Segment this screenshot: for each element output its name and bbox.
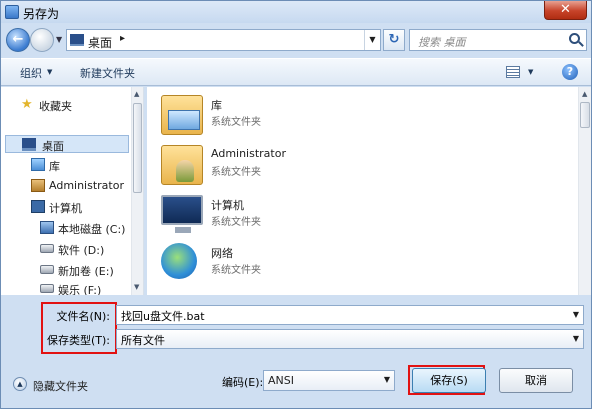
- nav-item-label: 软件 (D:): [58, 244, 105, 257]
- nav-item-label: 收藏夹: [39, 100, 72, 113]
- item-name: Administrator: [211, 147, 286, 160]
- chevron-down-icon[interactable]: ▼: [573, 334, 579, 343]
- address-location[interactable]: 桌面: [88, 34, 112, 51]
- scroll-up-arrow[interactable]: ▲: [134, 90, 139, 98]
- navigation-scrollbar[interactable]: ▲ ▼: [131, 87, 143, 295]
- recent-locations-dropdown[interactable]: ▼: [56, 35, 62, 44]
- help-button[interactable]: ?: [562, 64, 578, 80]
- filename-label: 文件名(N):: [56, 310, 110, 323]
- item-type: 系统文件夹: [211, 265, 261, 276]
- save-as-dialog: 另存为 ✕ ← ▼ 桌面 ▸ ▼ ↻ 搜索 桌面 组织 ▼ 新建文件夹 ▼ ? …: [0, 0, 592, 409]
- encoding-select[interactable]: ANSI ▼: [263, 370, 395, 391]
- window-title: 另存为: [23, 7, 60, 21]
- nav-item-computer[interactable]: 计算机: [31, 198, 129, 216]
- dialog-footer: ▲ 隐藏文件夹 编码(E): ANSI ▼ 保存(S) 取消: [1, 357, 591, 408]
- chevron-down-icon[interactable]: ▼: [528, 68, 533, 76]
- chevron-down-icon[interactable]: ▼: [573, 310, 579, 319]
- chevron-down-icon[interactable]: ▼: [47, 68, 52, 76]
- network-icon: [161, 243, 197, 279]
- organize-button[interactable]: 组织: [20, 65, 42, 81]
- file-list-scrollbar[interactable]: ▲: [578, 87, 591, 295]
- navigation-pane: ★ 收藏夹 桌面 库 Administrator 计算机 本地磁盘 (C:) 软…: [1, 87, 144, 295]
- library-icon: [31, 158, 45, 171]
- toolbar: 组织 ▼ 新建文件夹 ▼ ?: [1, 58, 591, 86]
- refresh-button[interactable]: ↻: [383, 29, 405, 51]
- nav-item-label: 娱乐 (F:): [58, 284, 102, 295]
- list-item-administrator[interactable]: Administrator 系统文件夹: [161, 143, 461, 189]
- list-item-library[interactable]: 库 系统文件夹: [161, 93, 461, 139]
- nav-item-favorites[interactable]: ★ 收藏夹: [21, 96, 126, 114]
- search-input[interactable]: 搜索 桌面: [409, 29, 587, 51]
- nav-item-label: 本地磁盘 (C:): [58, 223, 126, 236]
- computer-icon: [161, 195, 203, 233]
- scroll-thumb[interactable]: [580, 102, 590, 128]
- address-bar[interactable]: 桌面 ▸ ▼: [66, 29, 381, 51]
- nav-item-label: 计算机: [49, 202, 82, 215]
- filetype-value[interactable]: 所有文件: [121, 334, 165, 347]
- item-name: 库: [211, 99, 222, 112]
- filename-input[interactable]: 找回u盘文件.bat ▼: [116, 305, 584, 325]
- nav-item-label: 桌面: [42, 140, 64, 153]
- search-placeholder: 搜索 桌面: [418, 36, 466, 49]
- library-icon: [161, 95, 203, 135]
- filetype-label: 保存类型(T):: [46, 334, 110, 347]
- drive-icon: [40, 244, 54, 253]
- address-dropdown-button[interactable]: ▼: [364, 30, 380, 50]
- nav-item-library[interactable]: 库: [31, 156, 129, 174]
- file-list: 库 系统文件夹 Administrator 系统文件夹 计算机 系统文件夹 网络…: [147, 87, 591, 295]
- item-type: 系统文件夹: [211, 167, 261, 178]
- user-folder-icon: [161, 145, 203, 185]
- filetype-select[interactable]: 所有文件 ▼: [116, 329, 584, 349]
- notepad-icon: [5, 5, 19, 19]
- nav-item-administrator[interactable]: Administrator: [31, 177, 129, 195]
- item-type: 系统文件夹: [211, 217, 261, 228]
- save-fields: 文件名(N): 找回u盘文件.bat ▼ 保存类型(T): 所有文件 ▼: [1, 297, 591, 355]
- scroll-up-arrow[interactable]: ▲: [582, 90, 587, 98]
- nav-item-drive-e[interactable]: 新加卷 (E:): [40, 261, 130, 279]
- new-folder-button[interactable]: 新建文件夹: [80, 65, 135, 81]
- user-folder-icon: [31, 179, 45, 192]
- encoding-value[interactable]: ANSI: [268, 374, 294, 387]
- scroll-thumb[interactable]: [133, 103, 142, 193]
- star-icon: ★: [21, 97, 33, 112]
- cancel-button[interactable]: 取消: [499, 368, 573, 393]
- system-drive-icon: [40, 221, 54, 234]
- desktop-icon: [70, 34, 84, 46]
- computer-icon: [31, 200, 45, 213]
- breadcrumb-separator[interactable]: ▸: [120, 33, 125, 44]
- nav-item-label: Administrator: [49, 179, 124, 192]
- nav-item-label: 新加卷 (E:): [58, 265, 114, 278]
- hide-folders-label[interactable]: 隐藏文件夹: [33, 378, 88, 394]
- nav-item-drive-c[interactable]: 本地磁盘 (C:): [40, 219, 130, 237]
- address-row: ← ▼ 桌面 ▸ ▼ ↻ 搜索 桌面: [1, 25, 591, 55]
- list-item-network[interactable]: 网络 系统文件夹: [161, 241, 461, 287]
- item-type: 系统文件夹: [211, 117, 261, 128]
- save-button[interactable]: 保存(S): [412, 368, 486, 393]
- view-options-icon[interactable]: [506, 66, 520, 78]
- item-name: 网络: [211, 247, 233, 260]
- desktop-icon: [22, 138, 36, 151]
- filename-value[interactable]: 找回u盘文件.bat: [121, 310, 205, 323]
- nav-item-label: 库: [49, 160, 60, 173]
- scroll-down-arrow[interactable]: ▼: [134, 283, 139, 291]
- close-button[interactable]: ✕: [544, 1, 587, 20]
- title-bar: 另存为 ✕: [1, 1, 591, 23]
- drive-icon: [40, 265, 54, 274]
- chevron-down-icon[interactable]: ▼: [384, 375, 390, 384]
- list-item-computer[interactable]: 计算机 系统文件夹: [161, 193, 461, 239]
- item-name: 计算机: [211, 199, 244, 212]
- search-icon[interactable]: [569, 33, 580, 44]
- forward-button[interactable]: [30, 28, 54, 52]
- drive-icon: [40, 284, 54, 293]
- nav-item-drive-d[interactable]: 软件 (D:): [40, 240, 130, 258]
- nav-item-drive-f[interactable]: 娱乐 (F:): [40, 280, 130, 295]
- back-button[interactable]: ←: [6, 28, 30, 52]
- encoding-label: 编码(E):: [222, 376, 264, 389]
- nav-item-desktop[interactable]: 桌面: [5, 135, 129, 153]
- chevron-up-icon[interactable]: ▲: [13, 377, 27, 391]
